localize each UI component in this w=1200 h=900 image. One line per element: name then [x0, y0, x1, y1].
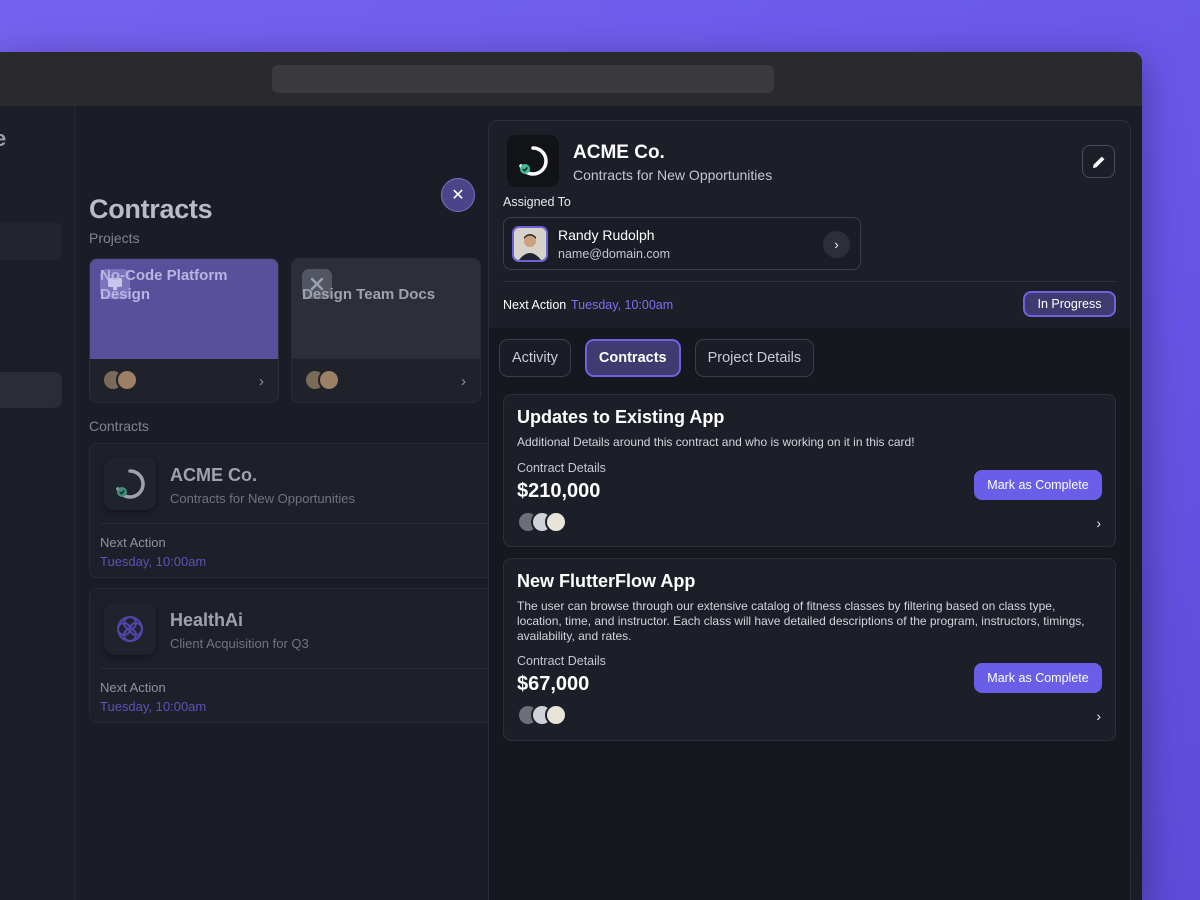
project-card-header: Design Team Docs	[292, 259, 480, 359]
next-action-time: Tuesday, 10:00am	[100, 554, 207, 569]
sidebar-title-fragment: e	[0, 126, 7, 151]
project-card-header: No-Code Platform Design	[90, 259, 278, 359]
contract-subtitle: Contracts for New Opportunities	[170, 491, 355, 506]
chevron-right-icon[interactable]: ›	[823, 231, 850, 258]
contracts-section-label: Contracts	[89, 418, 149, 434]
contract-title: New FlutterFlow App	[517, 571, 696, 591]
mark-complete-button[interactable]: Mark as Complete	[974, 663, 1102, 693]
app-window: e Contracts Projects No-Code Platform De…	[0, 52, 1142, 900]
divider	[100, 523, 498, 524]
contract-title: Updates to Existing App	[517, 407, 725, 427]
sidebar-search[interactable]	[0, 222, 62, 260]
contract-avatars	[517, 511, 567, 533]
project-name: No-Code Platform Design	[100, 267, 228, 303]
contract-amount: $210,000	[517, 480, 601, 502]
contract-list-item[interactable]: ACME Co. Contracts for New Opportunities…	[89, 443, 499, 578]
avatar	[545, 704, 567, 726]
left-sidebar: e	[0, 106, 76, 900]
assigned-to-label: Assigned To	[503, 195, 571, 209]
divider	[100, 668, 498, 669]
status-badge[interactable]: In Progress	[1023, 291, 1116, 317]
contract-card[interactable]: New FlutterFlow App The user can browse …	[503, 558, 1116, 741]
contract-details-label: Contract Details	[517, 654, 606, 668]
tab-activity[interactable]: Activity	[499, 339, 571, 377]
contract-card[interactable]: Updates to Existing App Additional Detai…	[503, 394, 1116, 547]
close-button[interactable]: ✕	[441, 178, 475, 212]
contract-name: HealthAi	[170, 610, 244, 630]
close-icon: ✕	[451, 187, 465, 204]
next-action-time: Tuesday, 10:00am	[100, 699, 207, 714]
app-content: e Contracts Projects No-Code Platform De…	[0, 106, 1142, 900]
assignee-card[interactable]: Randy Rudolph name@domain.com ›	[503, 217, 861, 270]
chevron-right-icon[interactable]: ›	[1096, 708, 1101, 724]
tab-project-details[interactable]: Project Details	[694, 339, 815, 377]
contracts-list-panel: Contracts Projects No-Code Platform Desi…	[76, 106, 499, 900]
avatar	[545, 511, 567, 533]
contract-list-item[interactable]: HealthAi Client Acquisition for Q3 Next …	[89, 588, 499, 723]
address-bar[interactable]	[272, 65, 774, 93]
detail-tabs: Activity Contracts Project Details	[499, 339, 815, 377]
avatar	[512, 226, 548, 262]
next-action-label: Next Action	[100, 680, 166, 695]
next-action-label: Next Action	[100, 535, 166, 550]
detail-header: ACME Co. Contracts for New Opportunities…	[489, 121, 1130, 328]
browser-titlebar	[0, 52, 1142, 106]
sidebar-item-active[interactable]	[0, 372, 62, 408]
assignee-email: name@domain.com	[558, 247, 671, 261]
project-avatars	[102, 369, 138, 391]
progress-ring-icon	[507, 135, 559, 187]
detail-title: ACME Co.	[573, 142, 665, 163]
project-avatars	[304, 369, 340, 391]
contract-description: The user can browse through our extensiv…	[517, 599, 1085, 643]
avatar	[318, 369, 340, 391]
page-title: Contracts	[89, 194, 213, 224]
contract-detail-panel: ACME Co. Contracts for New Opportunities…	[488, 120, 1131, 900]
contract-amount: $67,000	[517, 673, 590, 695]
project-name: Design Team Docs	[302, 286, 436, 303]
mark-complete-button[interactable]: Mark as Complete	[974, 470, 1102, 500]
detail-subtitle: Contracts for New Opportunities	[573, 167, 773, 183]
chevron-right-icon[interactable]: ›	[1096, 515, 1101, 531]
pencil-icon	[1092, 156, 1104, 168]
next-action-time: Tuesday, 10:00am	[571, 298, 674, 312]
tab-contracts[interactable]: Contracts	[584, 339, 681, 377]
next-action-label: Next Action	[503, 298, 567, 312]
contract-name: ACME Co.	[170, 465, 257, 485]
chevron-right-icon: ›	[259, 373, 264, 390]
contract-details-label: Contract Details	[517, 461, 606, 475]
assignee-name: Randy Rudolph	[558, 227, 655, 243]
contract-description: Additional Details around this contract …	[517, 435, 915, 449]
flower-logo-icon	[104, 603, 156, 655]
progress-ring-icon	[104, 458, 156, 510]
edit-button[interactable]	[1082, 145, 1115, 178]
avatar	[116, 369, 138, 391]
project-card[interactable]: Design Team Docs ›	[291, 258, 481, 403]
contract-subtitle: Client Acquisition for Q3	[170, 636, 309, 651]
divider	[503, 281, 1116, 282]
projects-section-label: Projects	[89, 230, 140, 246]
contract-avatars	[517, 704, 567, 726]
chevron-right-icon: ›	[461, 373, 466, 390]
project-card[interactable]: No-Code Platform Design ›	[89, 258, 279, 403]
